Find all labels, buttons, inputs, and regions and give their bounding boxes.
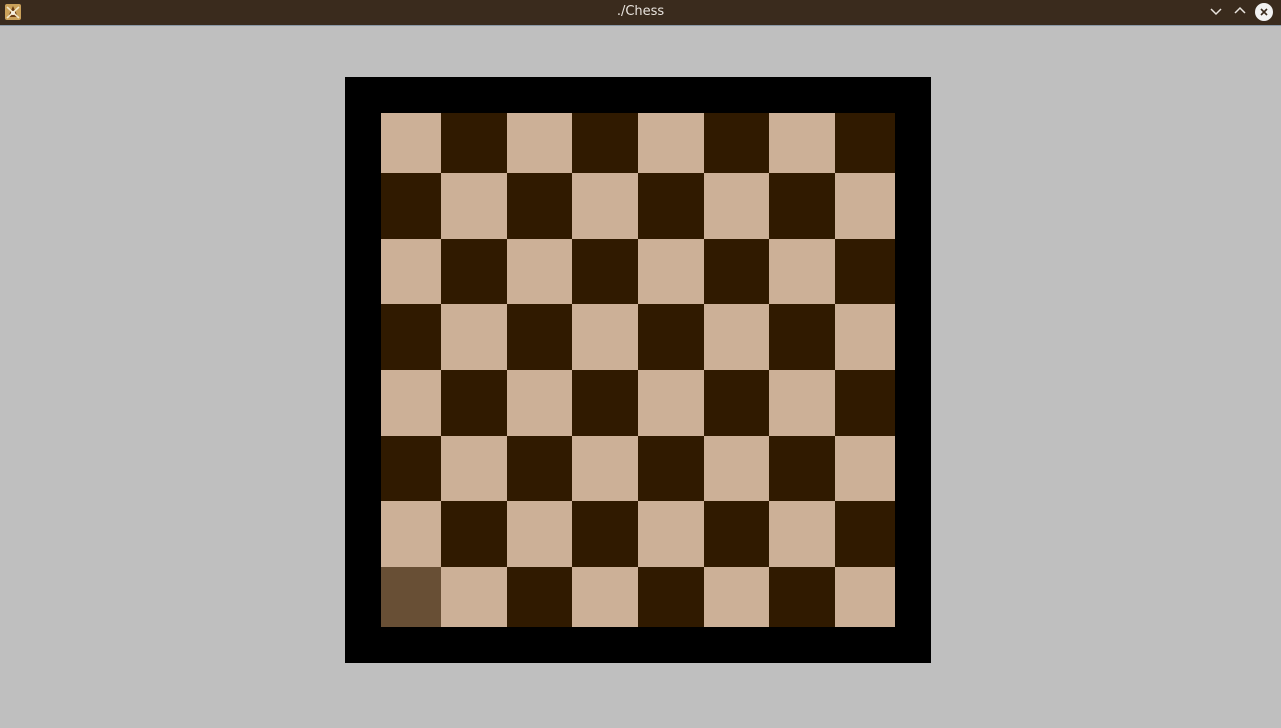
- square-f4[interactable]: [704, 370, 769, 436]
- square-g8[interactable]: [769, 113, 835, 173]
- square-e5[interactable]: [638, 304, 704, 370]
- chessboard-frame: [345, 77, 931, 663]
- square-f1[interactable]: [704, 567, 769, 627]
- square-b8[interactable]: [441, 113, 507, 173]
- square-h7[interactable]: [835, 173, 895, 239]
- square-a1[interactable]: [381, 567, 441, 627]
- square-d4[interactable]: [572, 370, 638, 436]
- square-d5[interactable]: [572, 304, 638, 370]
- square-c3[interactable]: [507, 436, 572, 501]
- square-f5[interactable]: [704, 304, 769, 370]
- square-b7[interactable]: [441, 173, 507, 239]
- minimize-button[interactable]: [1207, 3, 1225, 21]
- close-icon: [1255, 3, 1273, 21]
- square-e2[interactable]: [638, 501, 704, 567]
- square-h4[interactable]: [835, 370, 895, 436]
- square-g3[interactable]: [769, 436, 835, 501]
- square-h6[interactable]: [835, 239, 895, 304]
- square-g2[interactable]: [769, 501, 835, 567]
- square-a6[interactable]: [381, 239, 441, 304]
- square-e6[interactable]: [638, 239, 704, 304]
- square-b6[interactable]: [441, 239, 507, 304]
- square-c2[interactable]: [507, 501, 572, 567]
- square-a7[interactable]: [381, 173, 441, 239]
- square-a4[interactable]: [381, 370, 441, 436]
- square-g4[interactable]: [769, 370, 835, 436]
- square-c7[interactable]: [507, 173, 572, 239]
- chess-window: ./Chess: [0, 0, 1281, 728]
- square-d7[interactable]: [572, 173, 638, 239]
- square-e1[interactable]: [638, 567, 704, 627]
- title-bar[interactable]: ./Chess: [0, 0, 1281, 26]
- square-b3[interactable]: [441, 436, 507, 501]
- square-b2[interactable]: [441, 501, 507, 567]
- square-e8[interactable]: [638, 113, 704, 173]
- square-d2[interactable]: [572, 501, 638, 567]
- square-a8[interactable]: [381, 113, 441, 173]
- minimize-icon: [1209, 3, 1223, 22]
- square-d1[interactable]: [572, 567, 638, 627]
- chessboard[interactable]: [381, 113, 895, 627]
- square-e4[interactable]: [638, 370, 704, 436]
- square-a3[interactable]: [381, 436, 441, 501]
- square-h3[interactable]: [835, 436, 895, 501]
- square-c4[interactable]: [507, 370, 572, 436]
- square-h1[interactable]: [835, 567, 895, 627]
- square-h5[interactable]: [835, 304, 895, 370]
- square-h2[interactable]: [835, 501, 895, 567]
- square-f2[interactable]: [704, 501, 769, 567]
- square-d8[interactable]: [572, 113, 638, 173]
- close-button[interactable]: [1255, 3, 1273, 21]
- square-f3[interactable]: [704, 436, 769, 501]
- square-g1[interactable]: [769, 567, 835, 627]
- square-f6[interactable]: [704, 239, 769, 304]
- square-a5[interactable]: [381, 304, 441, 370]
- square-h8[interactable]: [835, 113, 895, 173]
- square-c6[interactable]: [507, 239, 572, 304]
- maximize-icon: [1233, 3, 1247, 22]
- square-c1[interactable]: [507, 567, 572, 627]
- square-c8[interactable]: [507, 113, 572, 173]
- square-c5[interactable]: [507, 304, 572, 370]
- square-g6[interactable]: [769, 239, 835, 304]
- square-a2[interactable]: [381, 501, 441, 567]
- square-d6[interactable]: [572, 239, 638, 304]
- window-content: [0, 27, 1281, 728]
- square-e3[interactable]: [638, 436, 704, 501]
- square-g7[interactable]: [769, 173, 835, 239]
- square-f8[interactable]: [704, 113, 769, 173]
- square-b5[interactable]: [441, 304, 507, 370]
- square-e7[interactable]: [638, 173, 704, 239]
- square-g5[interactable]: [769, 304, 835, 370]
- maximize-button[interactable]: [1231, 3, 1249, 21]
- square-f7[interactable]: [704, 173, 769, 239]
- square-b1[interactable]: [441, 567, 507, 627]
- window-title: ./Chess: [616, 4, 665, 19]
- square-d3[interactable]: [572, 436, 638, 501]
- square-b4[interactable]: [441, 370, 507, 436]
